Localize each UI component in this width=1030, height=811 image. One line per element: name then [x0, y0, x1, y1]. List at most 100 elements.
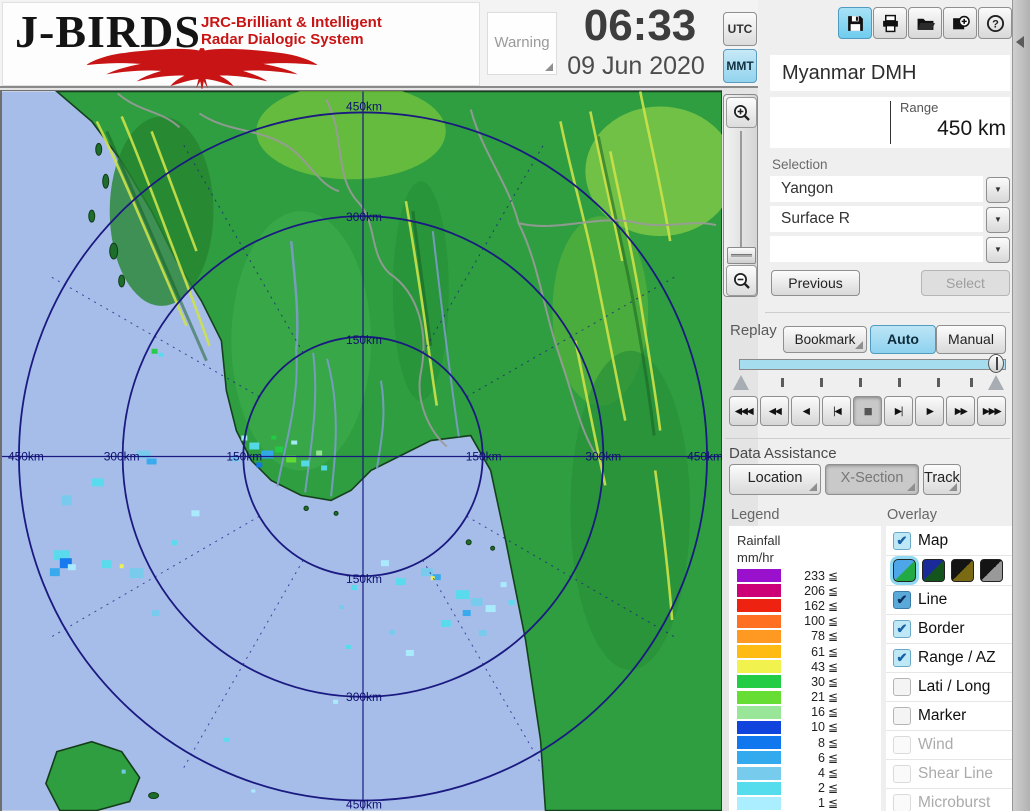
clock-date: 09 Jun 2020 — [548, 52, 724, 81]
legend-color-swatch — [737, 599, 781, 612]
legend-unit: mm/hr — [737, 550, 774, 565]
svg-text:450km: 450km — [8, 449, 44, 463]
checkbox-icon[interactable]: ✔ — [893, 765, 911, 783]
playback-button[interactable]: ◀◀ — [760, 396, 789, 426]
checkbox-icon[interactable]: ✔ — [893, 707, 911, 725]
legend-entry: 78 ≦ — [729, 629, 881, 644]
save-button[interactable] — [838, 7, 872, 39]
replay-range-start-marker[interactable] — [733, 375, 749, 390]
data-assistance-button[interactable]: Location — [729, 464, 821, 495]
manual-button[interactable]: Manual — [936, 325, 1006, 354]
legend-lte-symbol: ≦ — [825, 781, 841, 795]
legend-value: 6 — [781, 751, 825, 765]
overlay-item[interactable]: ✔ Marker — [886, 701, 1012, 730]
station-name: Myanmar DMH — [770, 55, 1010, 91]
selection-dropdown-row: Yangon ▼ — [770, 176, 1010, 202]
replay-slider-thumb[interactable] — [988, 354, 1004, 373]
legend-value: 100 — [781, 614, 825, 628]
playback-button[interactable]: ■ — [853, 396, 882, 426]
divider — [765, 312, 1010, 313]
svg-text:300km: 300km — [104, 449, 140, 463]
overlay-item[interactable]: ✔ Shear Line — [886, 759, 1012, 788]
range-value: 450 km — [880, 117, 1006, 141]
overlay-panel: ✔ Map ✔ Line ✔ Bo — [886, 526, 1012, 811]
timeline-tick — [898, 378, 901, 387]
overlay-item[interactable]: ✔ Line — [886, 585, 1012, 614]
collapse-arrow-icon[interactable] — [1016, 36, 1024, 48]
chevron-down-icon[interactable]: ▼ — [986, 177, 1010, 203]
selection-dropdown-value[interactable]: Yangon — [770, 176, 983, 202]
map-style-swatch[interactable] — [980, 559, 1003, 582]
playback-button[interactable]: ▶▶ — [946, 396, 975, 426]
legend-lte-symbol: ≦ — [825, 736, 841, 750]
legend-panel: Rainfall mm/hr 233 ≦ 206 ≦ 162 — [729, 526, 881, 811]
chevron-down-icon[interactable]: ▼ — [986, 207, 1010, 233]
capture-add-button[interactable] — [943, 7, 977, 39]
overlay-item[interactable]: ✔ Range / AZ — [886, 643, 1012, 672]
checkbox-icon[interactable]: ✔ — [893, 591, 911, 609]
auto-button[interactable]: Auto — [870, 325, 936, 354]
replay-range-end-marker[interactable] — [988, 375, 1004, 390]
svg-text:150km: 150km — [346, 333, 382, 347]
selection-dropdown-value[interactable] — [770, 236, 983, 262]
legend-value: 162 — [781, 599, 825, 613]
replay-timeline-slider[interactable] — [739, 359, 1006, 370]
data-assistance-button[interactable]: X-Section — [825, 464, 919, 495]
playback-button[interactable]: ▶ — [915, 396, 944, 426]
help-button[interactable]: ? — [978, 7, 1012, 39]
select-button[interactable]: Select — [921, 270, 1010, 296]
print-button[interactable] — [873, 7, 907, 39]
playback-button[interactable]: |◀ — [822, 396, 851, 426]
overlay-item[interactable]: ✔ Microburst — [886, 788, 1012, 811]
legend-value: 8 — [781, 736, 825, 750]
zoom-out-button[interactable] — [726, 265, 757, 296]
legend-entry: 6 ≦ — [729, 750, 881, 765]
checkbox-icon[interactable]: ✔ — [893, 649, 911, 667]
mmt-button[interactable]: MMT — [723, 49, 757, 83]
legend-label: Legend — [731, 507, 779, 523]
zoom-slider-handle[interactable] — [727, 247, 756, 264]
checkbox-icon[interactable]: ✔ — [893, 620, 911, 638]
radar-map-display[interactable]: 450km 300km 150km 150km 300km 450km 450k… — [0, 90, 722, 811]
zoom-in-button[interactable] — [726, 97, 757, 128]
legend-color-swatch — [737, 706, 781, 719]
checkbox-checked-icon[interactable]: ✔ — [893, 532, 911, 550]
overlay-item[interactable]: ✔ Lati / Long — [886, 672, 1012, 701]
legend-value: 21 — [781, 690, 825, 704]
overlay-item-map[interactable]: ✔ Map — [886, 526, 1012, 555]
utc-button[interactable]: UTC — [723, 12, 757, 46]
legend-lte-symbol: ≦ — [825, 645, 841, 659]
playback-button[interactable]: ▶| — [884, 396, 913, 426]
legend-lte-symbol: ≦ — [825, 766, 841, 780]
map-style-swatch[interactable] — [893, 559, 916, 582]
map-zoom-control — [723, 94, 758, 297]
legend-value: 206 — [781, 584, 825, 598]
legend-value: 30 — [781, 675, 825, 689]
overlay-item[interactable]: ✔ Wind — [886, 730, 1012, 759]
previous-button[interactable]: Previous — [771, 270, 860, 296]
checkbox-icon[interactable]: ✔ — [893, 678, 911, 696]
overlay-item[interactable]: ✔ Border — [886, 614, 1012, 643]
warning-button[interactable]: Warning — [487, 12, 557, 75]
data-assistance-label: Data Assistance — [729, 445, 837, 462]
map-style-swatch[interactable] — [951, 559, 974, 582]
print-icon — [881, 14, 900, 33]
selection-label: Selection — [772, 157, 828, 172]
playback-button[interactable]: ▶▶▶ — [977, 396, 1006, 426]
overlay-item-label: Line — [918, 591, 947, 609]
bookmark-button[interactable]: Bookmark — [783, 326, 867, 353]
legend-entry: 4 ≦ — [729, 765, 881, 780]
overlay-items: ✔ Line ✔ Border ✔ Range / AZ ✔ Lati / Lo… — [886, 585, 1012, 811]
checkbox-icon[interactable]: ✔ — [893, 736, 911, 754]
chevron-down-icon[interactable]: ▼ — [986, 237, 1010, 263]
open-folder-button[interactable] — [908, 7, 942, 39]
legend-lte-symbol: ≦ — [825, 705, 841, 719]
checkbox-icon[interactable]: ✔ — [893, 794, 911, 811]
panel-collapse-strip[interactable] — [1012, 0, 1030, 811]
data-assistance-button[interactable]: Track — [923, 464, 961, 495]
playback-button[interactable]: ◀ — [791, 396, 820, 426]
selection-dropdown-value[interactable]: Surface R — [770, 206, 983, 232]
map-style-swatch[interactable] — [922, 559, 945, 582]
zoom-slider-track[interactable] — [740, 131, 742, 257]
playback-button[interactable]: ◀◀◀ — [729, 396, 758, 426]
